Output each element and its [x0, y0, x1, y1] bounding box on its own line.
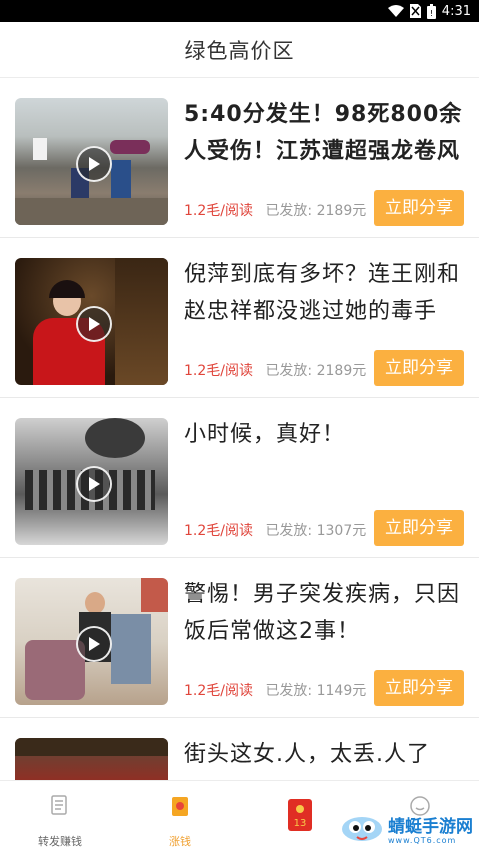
status-time: 4:31: [441, 3, 471, 19]
article-item[interactable]: 街头这女.人，太丢.人了: [0, 718, 479, 780]
price-per-read: 1.2毛/阅读: [184, 523, 253, 539]
share-button[interactable]: 立即分享: [374, 670, 464, 706]
watermark-site: www.QT6.com: [388, 836, 457, 845]
article-meta: 1.2毛/阅读 已发放: 1307元: [184, 520, 366, 540]
share-button[interactable]: 立即分享: [374, 350, 464, 386]
article-title[interactable]: 警惕！男子突发疾病，只因饭后常做这2事！: [184, 576, 469, 650]
page-title: 绿色高价区: [184, 38, 295, 63]
price-per-read: 1.2毛/阅读: [184, 683, 253, 699]
tab-label: 涨钱: [169, 835, 191, 848]
amount-paid: 已发放: 2189元: [265, 363, 367, 379]
amount-paid: 已发放: 1149元: [265, 683, 367, 699]
video-thumbnail[interactable]: [15, 578, 168, 705]
site-watermark: 蜻蜓手游网 www.QT6.com: [340, 812, 473, 850]
watermark-text: 蜻蜓手游网 www.QT6.com: [388, 817, 473, 845]
play-icon: [75, 145, 112, 182]
share-button[interactable]: 立即分享: [374, 190, 464, 226]
red-packet-number: 13: [294, 818, 307, 829]
video-thumbnail[interactable]: [15, 418, 168, 545]
tab-label: 转发赚钱: [38, 835, 82, 848]
price-per-read: 1.2毛/阅读: [184, 363, 253, 379]
article-feed[interactable]: 5:40分发生！98死800余人受伤！江苏遭超强龙卷风 1.2毛/阅读 已发放:…: [0, 78, 479, 780]
watermark-name: 蜻蜓手游网: [388, 817, 473, 837]
amount-paid: 已发放: 1307元: [265, 523, 367, 539]
article-meta: 1.2毛/阅读 已发放: 2189元: [184, 200, 366, 220]
wifi-icon: [387, 5, 404, 17]
status-bar: ! 4:31: [0, 0, 479, 22]
tab-share-earn[interactable]: 转发赚钱: [0, 781, 120, 852]
page-header: 绿色高价区: [0, 22, 479, 78]
tab-earn-more[interactable]: 涨钱: [120, 781, 240, 852]
article-title[interactable]: 5:40分发生！98死800余人受伤！江苏遭超强龙卷风: [184, 96, 469, 170]
article-title[interactable]: 倪萍到底有多坏？连王刚和赵忠祥都没逃过她的毒手: [184, 256, 469, 330]
status-icons: ! 4:31: [387, 0, 471, 22]
price-per-read: 1.2毛/阅读: [184, 203, 253, 219]
article-meta: 1.2毛/阅读 已发放: 2189元: [184, 360, 366, 380]
video-thumbnail[interactable]: [15, 738, 168, 780]
share-button[interactable]: 立即分享: [374, 510, 464, 546]
battery-icon: !: [426, 3, 436, 19]
red-packet-icon: 13: [288, 799, 312, 835]
article-item[interactable]: 倪萍到底有多坏？连王刚和赵忠祥都没逃过她的毒手 1.2毛/阅读 已发放: 218…: [0, 238, 479, 398]
thumbnail-image: [15, 738, 168, 780]
coin-bag-icon: [170, 795, 190, 821]
no-sim-icon: [409, 4, 421, 18]
article-item[interactable]: 小时候，真好！ 1.2毛/阅读 已发放: 1307元 立即分享: [0, 398, 479, 558]
article-title[interactable]: 街头这女.人，太丢.人了: [184, 736, 469, 773]
play-icon: [75, 465, 112, 502]
video-thumbnail[interactable]: [15, 98, 168, 225]
play-icon: [75, 305, 112, 342]
article-item[interactable]: 警惕！男子突发疾病，只因饭后常做这2事！ 1.2毛/阅读 已发放: 1149元 …: [0, 558, 479, 718]
article-item[interactable]: 5:40分发生！98死800余人受伤！江苏遭超强龙卷风 1.2毛/阅读 已发放:…: [0, 78, 479, 238]
article-meta: 1.2毛/阅读 已发放: 1149元: [184, 680, 366, 700]
amount-paid: 已发放: 2189元: [265, 203, 367, 219]
video-thumbnail[interactable]: [15, 258, 168, 385]
article-title[interactable]: 小时候，真好！: [184, 416, 469, 453]
svg-text:!: !: [430, 9, 433, 18]
document-icon: [50, 795, 70, 821]
play-icon: [75, 625, 112, 662]
dragonfly-logo-icon: [340, 811, 384, 851]
